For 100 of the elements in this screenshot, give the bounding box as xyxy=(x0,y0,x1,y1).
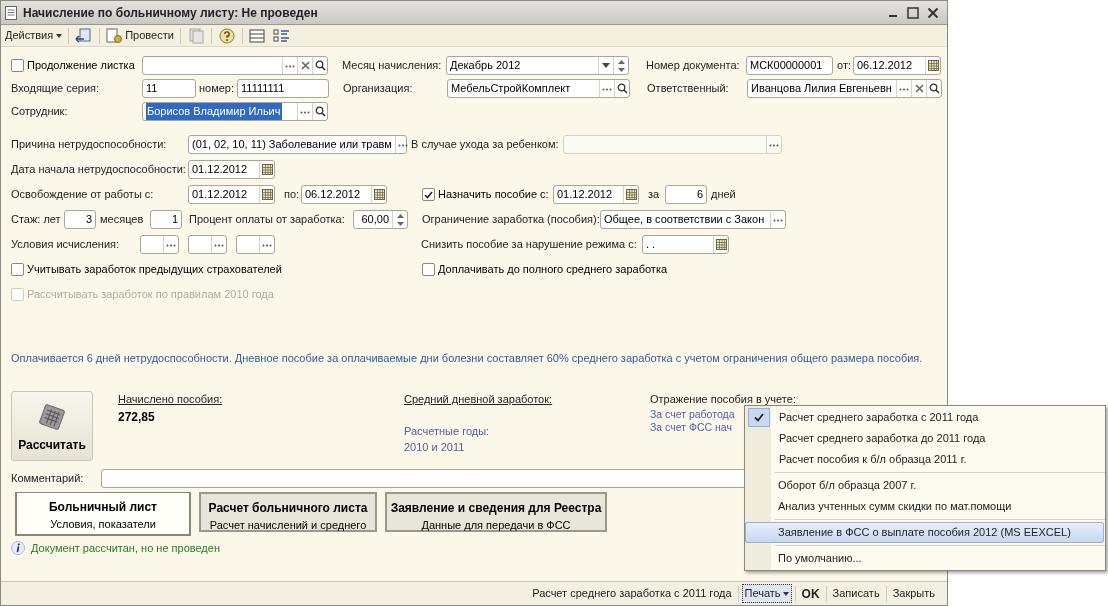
menu-item[interactable]: Оборот б/л образца 2007 г. xyxy=(745,475,1104,496)
search-icon[interactable] xyxy=(314,106,326,117)
field-label: Ответственный: xyxy=(647,81,730,97)
input-field[interactable]: 1 xyxy=(150,210,182,229)
field-label: номер: xyxy=(199,81,235,97)
close-icon[interactable] xyxy=(914,84,924,93)
spin-arrows-icon[interactable] xyxy=(396,213,404,226)
spin-arrows-icon[interactable] xyxy=(617,59,625,72)
field-label: Месяц начисления: xyxy=(342,58,443,74)
table-icon[interactable] xyxy=(248,27,267,44)
input-field[interactable]: 06.12.2012 xyxy=(301,185,387,204)
info-icon xyxy=(11,541,25,556)
tab[interactable]: Заявление и сведения для Реестра Данные для передачи в ФСС xyxy=(385,492,607,532)
ellipsis-icon[interactable] xyxy=(214,242,224,247)
checkbox[interactable]: Учитывать заработок предыдущих страхователей xyxy=(11,261,422,278)
field-label: Комментарий: xyxy=(11,470,85,486)
calendar-icon[interactable] xyxy=(715,239,727,250)
caret-icon xyxy=(56,33,63,38)
input-field[interactable]: 01.12.2012 xyxy=(188,185,275,204)
menu-item[interactable]: Расчет среднего заработка до 2011 года xyxy=(746,428,1104,449)
actions-menu-button[interactable]: Действия xyxy=(5,27,63,44)
search-icon[interactable] xyxy=(616,83,628,94)
calendar-icon[interactable] xyxy=(625,189,637,200)
print-button[interactable]: Печать xyxy=(741,584,792,603)
checklist-icon[interactable] xyxy=(272,27,291,44)
tab[interactable]: Больничный лист Условия, показатели xyxy=(15,492,191,536)
input-field[interactable]: МСК00000001 xyxy=(746,56,833,75)
ellipsis-icon[interactable] xyxy=(285,63,295,68)
input-field[interactable]: 3 xyxy=(64,210,96,229)
input-field[interactable]: 11111111 xyxy=(237,79,330,98)
field-label: Процент оплаты от заработка: xyxy=(189,212,346,228)
field-label: Условия исчисления: xyxy=(11,237,121,253)
menu-item[interactable]: По умолчанию... xyxy=(745,548,1104,569)
input-field[interactable] xyxy=(140,235,179,254)
window-title: Начисление по больничному листу: Не проведен xyxy=(23,4,318,22)
calendar-icon[interactable] xyxy=(261,164,273,175)
search-icon[interactable] xyxy=(314,60,326,71)
input-field[interactable]: 01.12.2012 xyxy=(188,160,275,179)
input-field[interactable]: (01, 02, 10, 11) Заболевание или травм xyxy=(188,135,407,154)
checkbox[interactable]: Доплачивать до полного среднего заработка xyxy=(422,261,668,278)
menu-item[interactable]: Заявление в ФСС о выплате пособия 2012 (MS EEXCEL) xyxy=(745,522,1104,543)
ellipsis-icon[interactable] xyxy=(899,86,910,91)
field-label: за xyxy=(648,187,661,203)
field-label: Сотрудник: xyxy=(11,104,69,120)
menu-item[interactable]: Расчет среднего заработка с 2011 года xyxy=(746,407,1104,428)
input-field[interactable]: Иванцова Лилия Евгеньевн xyxy=(747,79,943,98)
input-field[interactable]: . . xyxy=(642,235,729,254)
caret-icon xyxy=(782,591,789,596)
checkmark-icon xyxy=(424,190,433,199)
search-icon[interactable] xyxy=(928,83,940,94)
close-button[interactable]: Закрыть xyxy=(886,585,941,602)
menu-item[interactable]: Расчет пособия к б/л образца 2011 г. xyxy=(746,449,1104,470)
input-field[interactable]: МебельСтройКомплект xyxy=(447,79,631,98)
field-label: Освобождение от работы с: xyxy=(11,187,155,203)
input-field[interactable]: Декабрь 2012 xyxy=(446,56,629,75)
calendar-icon[interactable] xyxy=(261,189,273,200)
field-label: от: xyxy=(837,58,852,74)
checkbox[interactable]: Продолжение листка xyxy=(11,57,142,74)
field-label: Входящие серия: xyxy=(11,81,101,97)
ellipsis-icon[interactable] xyxy=(262,242,272,247)
dropdown-arrow-icon[interactable] xyxy=(602,63,610,68)
checkbox[interactable]: Назначить пособие с: xyxy=(422,186,553,203)
field-label: Снизить пособие за нарушение режима с: xyxy=(421,237,638,253)
input-field[interactable]: Общее, в соответствии с Закон xyxy=(600,210,786,229)
close-icon[interactable] xyxy=(927,6,939,19)
help-icon[interactable] xyxy=(217,27,236,44)
input-field[interactable] xyxy=(236,235,275,254)
input-field[interactable]: 11 xyxy=(142,79,196,98)
field-label: месяцев xyxy=(100,212,145,228)
checkmark-icon xyxy=(754,413,764,422)
accrued-label: Начислено пособия: xyxy=(118,392,224,407)
calculate-button[interactable]: Рассчитать xyxy=(11,391,93,461)
calendar-icon[interactable] xyxy=(927,60,939,71)
input-field[interactable]: 60,00 xyxy=(353,210,408,229)
input-field[interactable]: 06.12.2012 xyxy=(853,56,941,75)
input-field[interactable]: Борисов Владимир Ильич xyxy=(142,102,328,121)
ellipsis-icon[interactable] xyxy=(300,109,310,114)
field-label: по: xyxy=(284,187,301,203)
ellipsis-icon[interactable] xyxy=(602,86,613,91)
maximize-icon[interactable] xyxy=(907,6,919,19)
ok-button[interactable]: OK xyxy=(795,584,826,603)
calc-years-label: Расчетные годы: xyxy=(404,423,491,439)
input-field[interactable]: 01.12.2012 xyxy=(553,185,639,204)
document-arrow-icon[interactable] xyxy=(75,27,94,44)
post-button[interactable]: Провести xyxy=(106,27,174,44)
document-coin-icon xyxy=(106,27,123,44)
input-field[interactable] xyxy=(188,235,227,254)
field-label: Стаж: лет xyxy=(11,212,62,228)
save-button[interactable]: Записать xyxy=(826,585,886,602)
close-icon[interactable] xyxy=(300,61,310,70)
ellipsis-icon[interactable] xyxy=(166,242,176,247)
input-field[interactable]: 6 xyxy=(665,185,707,204)
tab[interactable]: Расчет больничного листа Расчет начислений и среднего xyxy=(199,492,377,532)
input-field[interactable] xyxy=(142,56,328,75)
menu-item[interactable]: Анализ учтенных сумм скидки по мат.помощи xyxy=(745,496,1104,517)
ellipsis-icon[interactable] xyxy=(397,142,408,147)
ellipsis-icon[interactable] xyxy=(773,217,783,222)
calendar-icon[interactable] xyxy=(373,189,385,200)
print-form-label: Расчет среднего заработка с 2011 года xyxy=(531,586,733,602)
field-label: В случае ухода за ребенком: xyxy=(411,137,560,153)
